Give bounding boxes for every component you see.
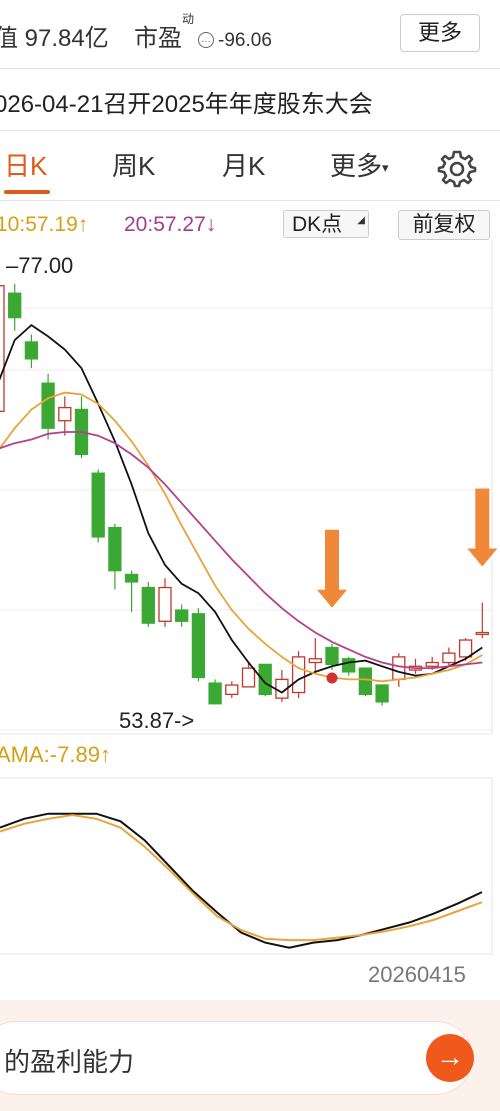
- ask-input-text: 的盈利能力: [4, 1047, 135, 1077]
- dk-point-label: DK点: [292, 213, 343, 236]
- ask-input[interactable]: 的盈利能力: [0, 1022, 472, 1094]
- candle-body: [258, 663, 272, 696]
- ma-legend-bar: 10:57.19↑ 20:57.27↓ DK点 ◢ 前复权: [0, 210, 500, 240]
- adjust-mode-button[interactable]: 前复权: [398, 210, 490, 240]
- gear-icon[interactable]: [437, 148, 477, 188]
- candle-body: [141, 586, 155, 624]
- divider: [0, 68, 500, 69]
- candle-body: [108, 526, 122, 572]
- candle-body: [325, 646, 339, 666]
- candle-body: [475, 631, 489, 636]
- signal-dot: [326, 672, 338, 684]
- candle-body: [91, 472, 105, 538]
- candle-body: [392, 656, 406, 681]
- info-icon[interactable]: …: [198, 31, 215, 48]
- pe-value: -96.06: [218, 30, 272, 51]
- candle-body: [358, 667, 373, 696]
- arrow-head: [467, 548, 498, 567]
- dk-point-dropdown[interactable]: DK点 ◢: [283, 210, 369, 238]
- ama-indicator-label: AMA:-7.89↑: [0, 742, 111, 767]
- pe-superscript: 动: [182, 12, 195, 26]
- arrow-shaft: [325, 529, 339, 592]
- tab-monthly-k[interactable]: 月K: [222, 146, 265, 183]
- tab-weekly-k[interactable]: 周K: [112, 146, 155, 183]
- pe-ratio: 市盈动… -96.06: [134, 12, 272, 53]
- subchart-line-orange: [0, 813, 483, 942]
- kline-period-tabs: 日K 周K 月K 更多▾: [0, 146, 500, 196]
- ma10-value: 10:57.19↑: [0, 213, 89, 236]
- arrow-shaft: [475, 488, 490, 551]
- ma20-value: 20:57.27↓: [124, 213, 217, 236]
- subchart-line-black: [0, 812, 483, 949]
- dropdown-corner-icon: ◢: [357, 215, 365, 226]
- arrow-head: [317, 589, 347, 608]
- orange-down-arrow: [467, 488, 498, 567]
- top-bar: 值 97.84亿 市盈动… -96.06 更多: [0, 0, 500, 70]
- arrow-right-icon[interactable]: →: [426, 1034, 474, 1082]
- indicator-subchart[interactable]: [0, 776, 500, 956]
- date-label: 20260415: [368, 962, 466, 987]
- candle-body: [342, 658, 356, 673]
- more-button[interactable]: 更多: [400, 14, 480, 52]
- candle-body: [175, 609, 189, 622]
- chevron-down-icon: ▾: [382, 160, 389, 176]
- tab-daily-k[interactable]: 日K: [4, 146, 47, 183]
- bottom-input-bar: 的盈利能力 →: [0, 1000, 500, 1111]
- candle-body: [208, 682, 222, 705]
- candle-body: [124, 573, 139, 583]
- divider: [0, 200, 500, 201]
- tab-more[interactable]: 更多▾: [330, 146, 389, 183]
- candle-body: [24, 341, 39, 360]
- candle-body: [442, 652, 456, 664]
- candle-body: [191, 613, 206, 679]
- candlestick-chart[interactable]: –77.00 53.87->: [0, 240, 500, 736]
- ma-line-ma5: [0, 323, 483, 694]
- candle-body: [458, 639, 473, 658]
- market-cap: 值 97.84亿: [0, 25, 109, 52]
- candle-body: [375, 684, 389, 703]
- divider: [0, 130, 500, 131]
- high-price-label: –77.00: [6, 253, 73, 278]
- candle-body: [41, 382, 55, 429]
- candle-body: [291, 656, 306, 694]
- candle-body: [308, 658, 322, 664]
- candle-body: [241, 667, 256, 688]
- candle-body: [58, 406, 72, 422]
- candle-body: [0, 285, 5, 412]
- orange-down-arrow: [317, 529, 347, 608]
- ma-line-ma20: [0, 431, 483, 670]
- pe-label: 市盈: [134, 25, 182, 52]
- active-tab-indicator: [4, 190, 50, 194]
- candle-body: [8, 292, 22, 319]
- low-price-label: 53.87->: [119, 708, 194, 733]
- candle-body: [425, 661, 439, 667]
- ma-line-ma10: [0, 391, 483, 683]
- tab-more-label: 更多: [330, 151, 383, 181]
- candle-body: [158, 586, 172, 622]
- candle-body: [225, 684, 239, 696]
- announcement-text[interactable]: 026-04-21召开2025年年度股东大会: [0, 84, 373, 119]
